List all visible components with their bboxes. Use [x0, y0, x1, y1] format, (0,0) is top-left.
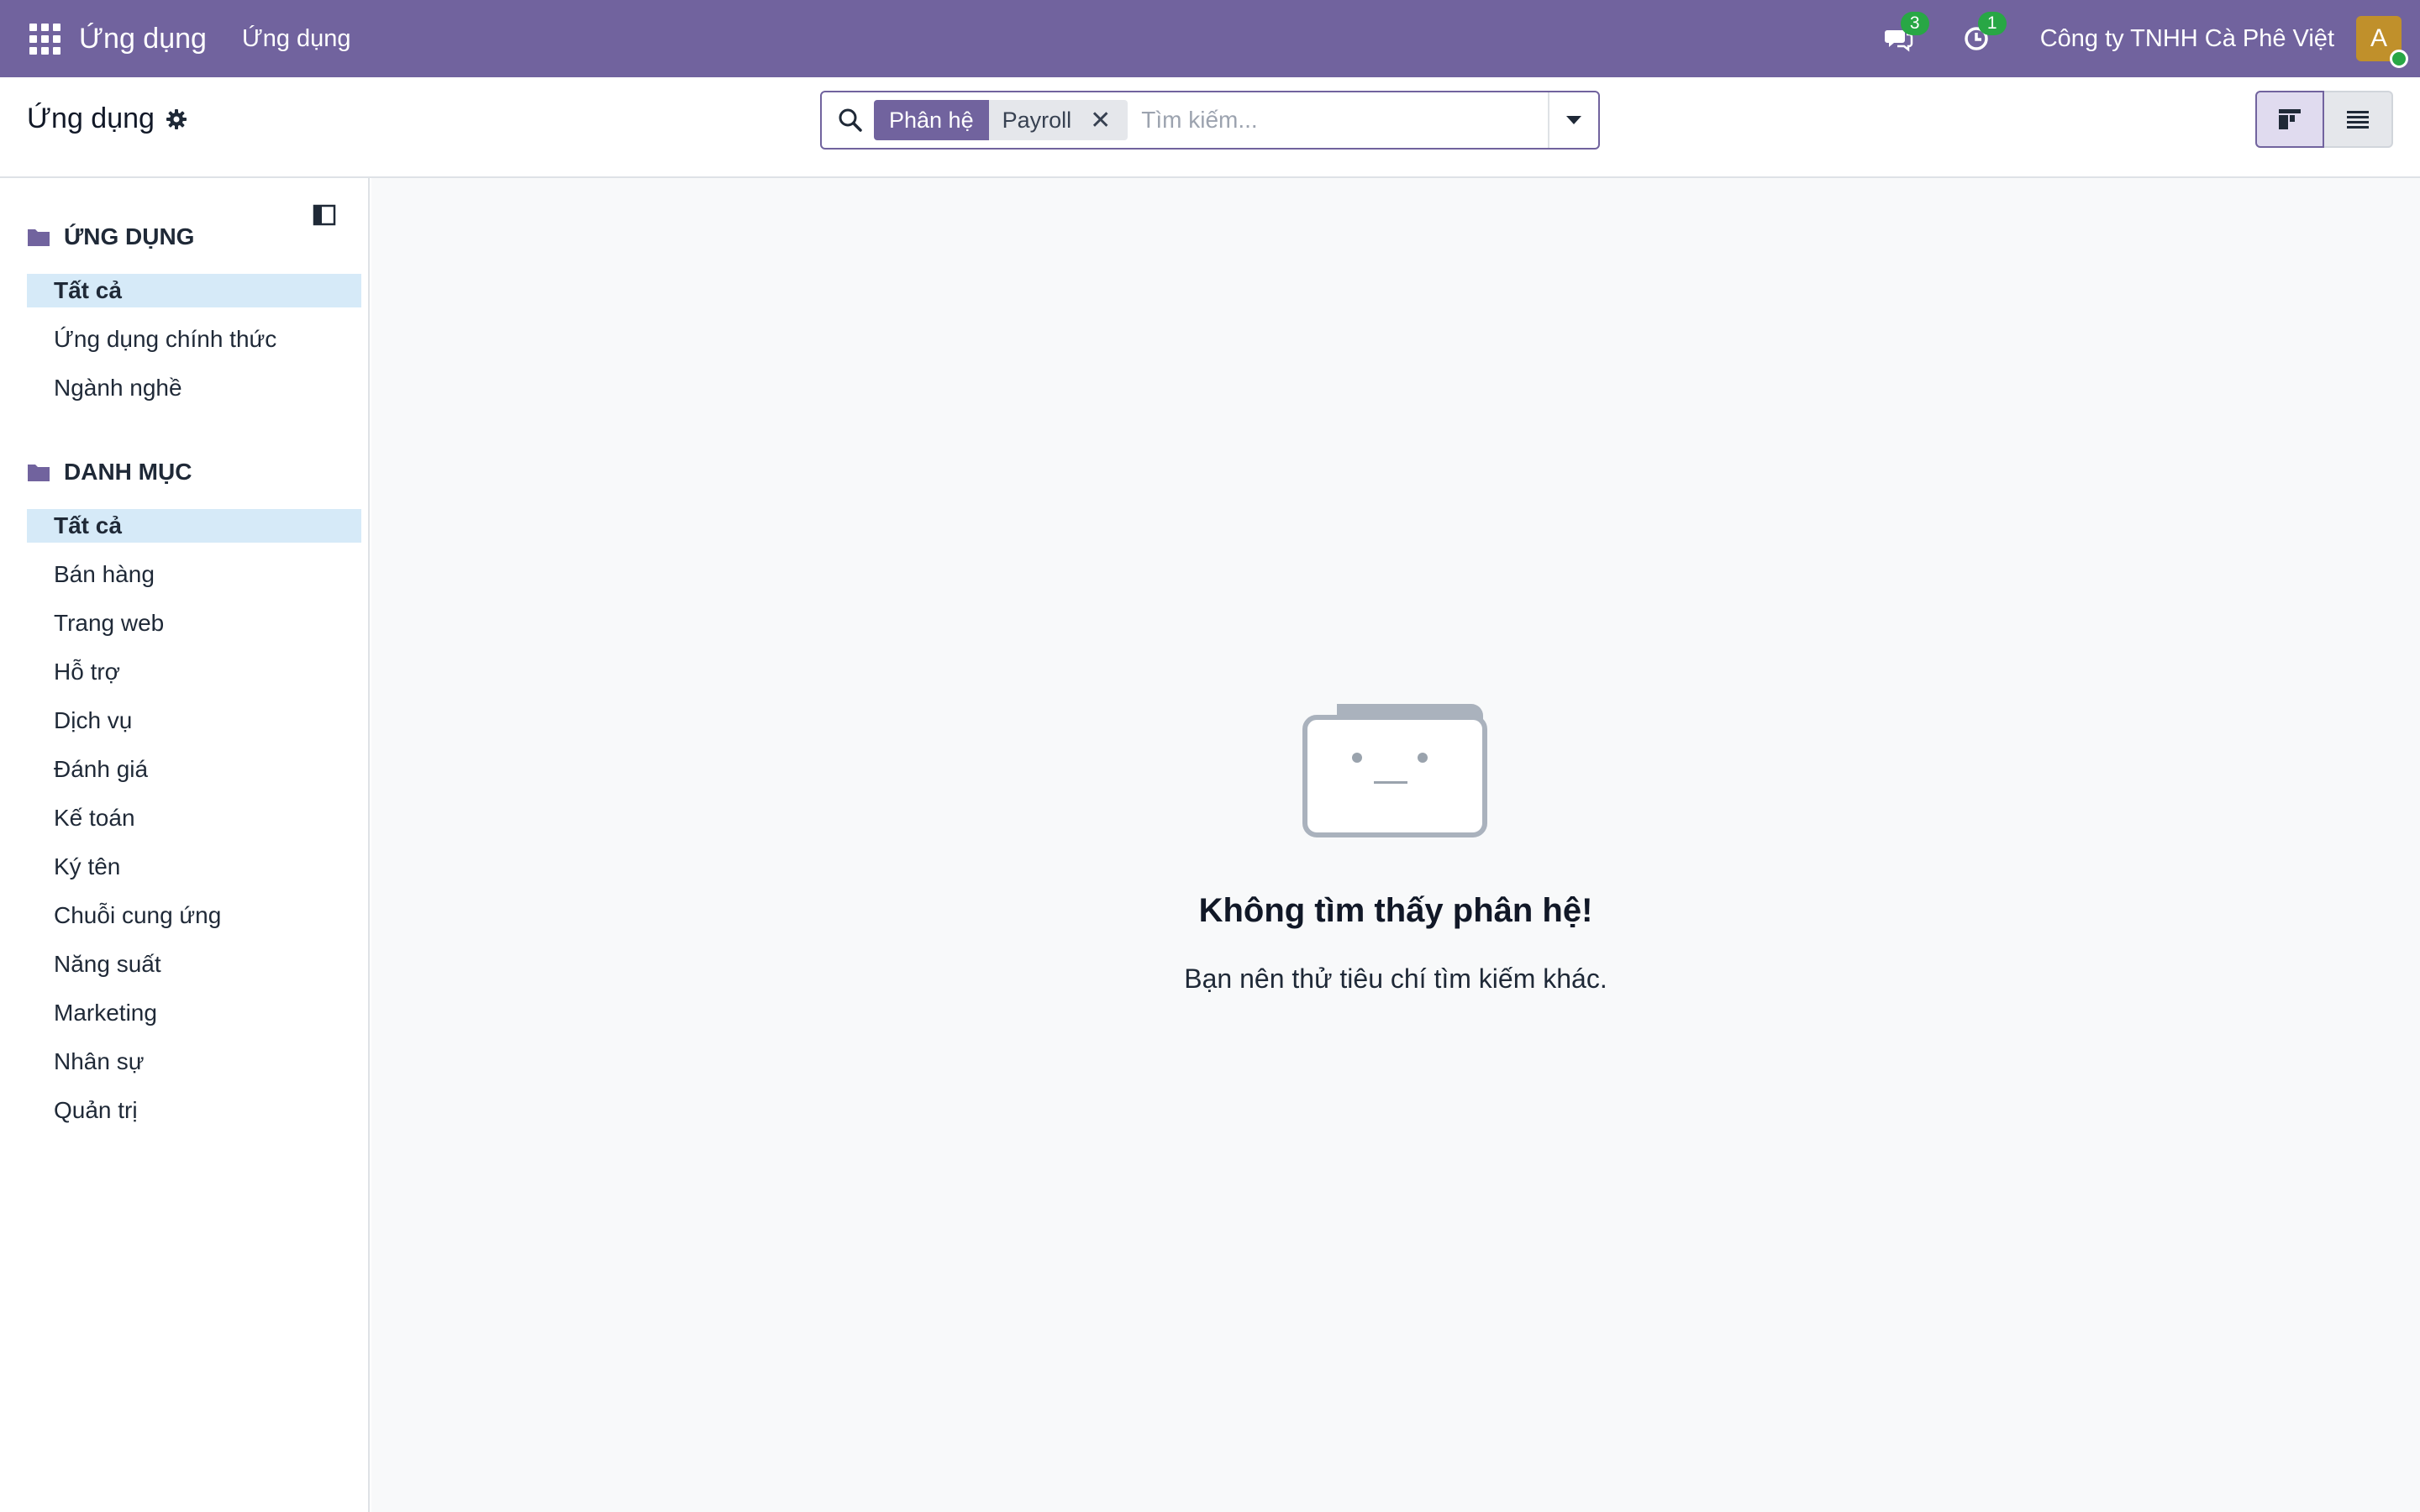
category-item-sales[interactable]: Bán hàng	[27, 558, 361, 591]
category-item-sign[interactable]: Ký tên	[27, 850, 361, 884]
list-icon	[2347, 111, 2369, 129]
category-item-reviews[interactable]: Đánh giá	[27, 753, 361, 786]
control-panel: Ứng dụng Phân hệ Payroll ✕	[0, 77, 2420, 178]
category-item-marketing[interactable]: Marketing	[27, 996, 361, 1030]
main-navbar: Ứng dụng Ứng dụng 3 1 Công ty TNHH Cà Ph…	[0, 0, 2420, 77]
folder-icon	[28, 465, 50, 481]
messages-button[interactable]: 3	[1882, 12, 1929, 55]
online-status-icon	[2390, 50, 2408, 68]
messages-count-badge: 3	[1900, 12, 1929, 35]
activities-button[interactable]: 1	[1960, 12, 2007, 55]
section-header: ỨNG DỤNG	[27, 220, 361, 254]
app-brand[interactable]: Ứng dụng	[79, 23, 207, 55]
kanban-icon	[2279, 109, 2301, 129]
view-switcher	[2255, 91, 2393, 148]
section-apps: ỨNG DỤNG Tất cả Ứng dụng chính thức Ngàn…	[27, 220, 361, 405]
category-item-website[interactable]: Trang web	[27, 606, 361, 640]
category-item-support[interactable]: Hỗ trợ	[27, 655, 361, 689]
category-item-all[interactable]: Tất cả	[27, 509, 361, 543]
section-categories: DANH MỤC Tất cả Bán hàng Trang web Hỗ tr…	[27, 455, 361, 1127]
section-title: ỨNG DỤNG	[64, 223, 195, 249]
category-item-supply-chain[interactable]: Chuỗi cung ứng	[27, 899, 361, 932]
search-icon	[839, 108, 862, 132]
avatar-initial: A	[2370, 24, 2387, 52]
breadcrumb: Ứng dụng	[27, 102, 188, 135]
apps-menu-icon[interactable]	[29, 23, 60, 55]
category-item-productivity[interactable]: Năng suất	[27, 948, 361, 981]
search-facet: Phân hệ Payroll ✕	[874, 100, 1128, 140]
folder-icon	[28, 229, 50, 246]
empty-folder-icon	[1302, 704, 1487, 837]
user-avatar[interactable]: A	[2356, 16, 2408, 68]
list-view-button[interactable]	[2324, 91, 2393, 148]
page-title: Ứng dụng	[27, 102, 155, 134]
category-item-hr[interactable]: Nhân sự	[27, 1045, 361, 1079]
section-header: DANH MỤC	[27, 455, 361, 489]
category-item-services[interactable]: Dịch vụ	[27, 704, 361, 738]
gear-icon[interactable]	[165, 108, 188, 131]
category-item-administration[interactable]: Quản trị	[27, 1094, 361, 1127]
category-item-accounting[interactable]: Kế toán	[27, 801, 361, 835]
caret-down-icon	[1566, 116, 1581, 124]
facet-label: Phân hệ	[874, 100, 989, 140]
search-panel-sidebar: ỨNG DỤNG Tất cả Ứng dụng chính thức Ngàn…	[0, 178, 370, 1512]
filter-item-all[interactable]: Tất cả	[27, 274, 361, 307]
systray: 3 1 Công ty TNHH Cà Phê Việt A	[1882, 0, 2420, 77]
kanban-view-button[interactable]	[2255, 91, 2324, 148]
facet-value-text: Payroll	[1002, 107, 1072, 133]
company-switcher[interactable]: Công ty TNHH Cà Phê Việt	[2040, 25, 2334, 53]
facet-value: Payroll ✕	[988, 100, 1128, 140]
main-content: Không tìm thấy phân hệ! Bạn nên thử tiêu…	[371, 178, 2420, 1512]
empty-state: Không tìm thấy phân hệ! Bạn nên thử tiêu…	[371, 699, 2420, 995]
filter-item-industries[interactable]: Ngành nghề	[27, 371, 361, 405]
nav-menu-item[interactable]: Ứng dụng	[242, 25, 351, 53]
activities-count-badge: 1	[1977, 12, 2007, 35]
search-options-toggle[interactable]	[1548, 92, 1598, 148]
empty-state-text: Bạn nên thử tiêu chí tìm kiếm khác.	[1184, 963, 1607, 994]
empty-state-title: Không tìm thấy phân hệ!	[1198, 892, 1593, 929]
search-input[interactable]	[1141, 107, 1537, 134]
section-title: DANH MỤC	[64, 459, 192, 485]
filter-item-official-apps[interactable]: Ứng dụng chính thức	[27, 323, 361, 356]
remove-facet-close-icon[interactable]: ✕	[1090, 106, 1111, 135]
search-bar: Phân hệ Payroll ✕	[820, 91, 1600, 150]
